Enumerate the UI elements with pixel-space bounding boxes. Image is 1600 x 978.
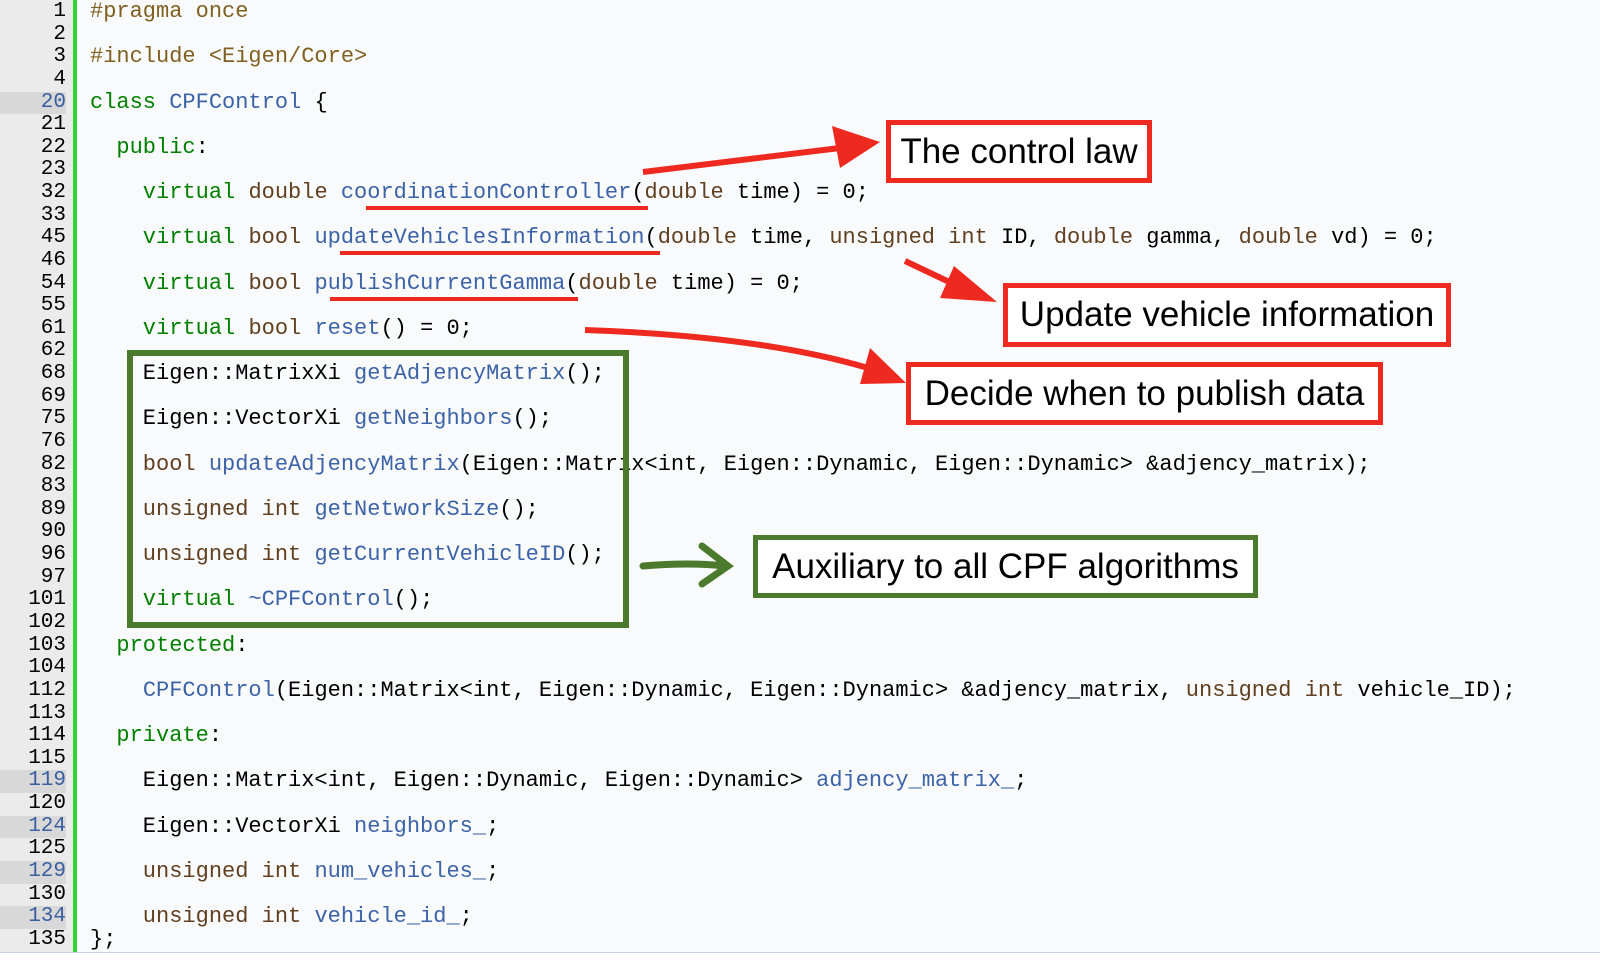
label-text: The control law [900, 131, 1138, 171]
annotation-arrows [584, 126, 997, 588]
arrow-to-publish [584, 327, 906, 384]
arrow-to-control-law [642, 126, 880, 175]
label-update-vehicle-information: Update vehicle information [1003, 283, 1451, 347]
label-control-law: The control law [886, 120, 1152, 183]
label-text: Auxiliary to all CPF algorithms [772, 546, 1239, 586]
label-text: Update vehicle information [1019, 295, 1435, 334]
arrow-to-update-info [903, 258, 997, 302]
arrow-to-auxiliary [639, 542, 734, 588]
label-text: Decide when to publish data [924, 373, 1365, 413]
label-publish-data: Decide when to publish data [906, 362, 1383, 425]
label-auxiliary: Auxiliary to all CPF algorithms [753, 535, 1258, 598]
